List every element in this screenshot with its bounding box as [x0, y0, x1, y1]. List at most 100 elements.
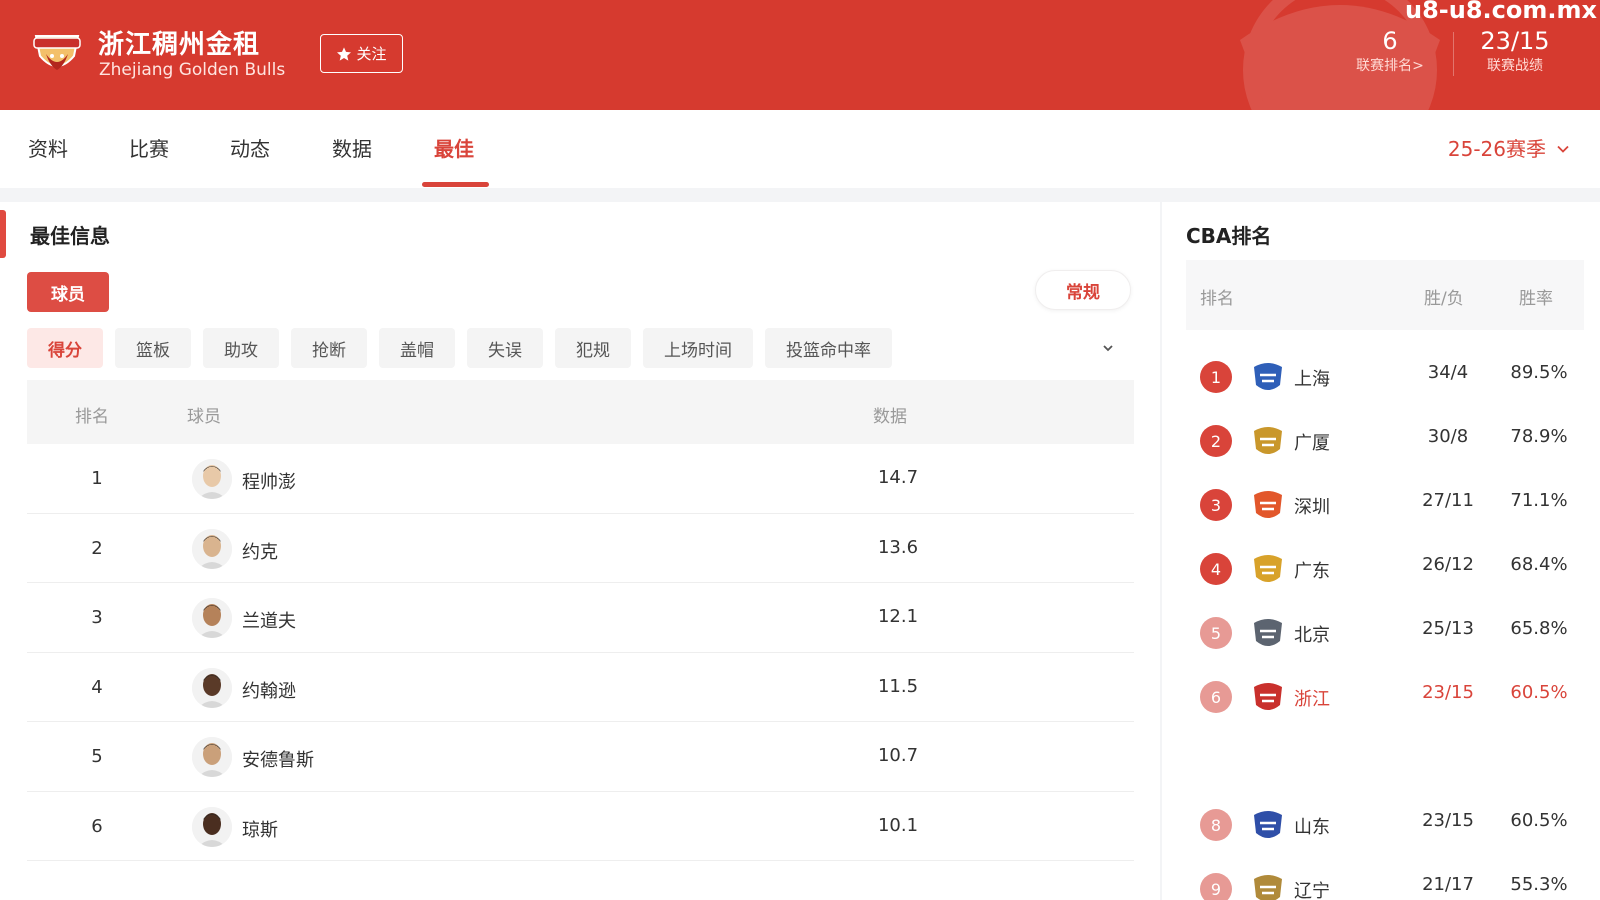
- player-name[interactable]: 安德鲁斯: [242, 746, 314, 772]
- league-rank-link[interactable]: 联赛排名>: [1340, 56, 1440, 76]
- section-accent-bar: [0, 210, 6, 258]
- win-pct: 60.5%: [1510, 682, 1568, 703]
- tab-matches[interactable]: 比赛: [129, 110, 169, 188]
- win-pct: 60.5%: [1510, 810, 1568, 831]
- player-name[interactable]: 琼斯: [242, 816, 278, 842]
- expand-categories-button[interactable]: [1096, 330, 1120, 366]
- win-pct: 68.4%: [1510, 554, 1568, 575]
- team-logo-icon: [1254, 683, 1282, 710]
- category-points[interactable]: 得分: [27, 328, 103, 368]
- chevron-down-icon: [1557, 145, 1569, 153]
- league-record-label: 联赛战绩: [1487, 58, 1543, 74]
- league-rank-stat[interactable]: 6 联赛排名>: [1340, 26, 1440, 76]
- table-row[interactable]: 1 程帅澎 14.7: [27, 444, 1134, 514]
- league-record-stat: 23/15 联赛战绩: [1465, 26, 1565, 76]
- regular-season-toggle[interactable]: 常规: [1035, 270, 1131, 310]
- win-loss: 21/17: [1422, 874, 1474, 895]
- win-pct: 78.9%: [1510, 426, 1568, 447]
- standings-col-rank: 排名: [1200, 289, 1234, 309]
- rank-badge: 3: [1200, 489, 1232, 521]
- team-name[interactable]: 广厦: [1294, 429, 1330, 455]
- player-avatar: [192, 528, 232, 569]
- standings-row[interactable]: 3 深圳 27/11 71.1%: [1186, 474, 1584, 538]
- standings-col-pct: 胜率: [1519, 289, 1553, 309]
- player-filter-button[interactable]: 球员: [27, 272, 109, 312]
- category-rebounds[interactable]: 篮板: [115, 328, 191, 368]
- best-info-title: 最佳信息: [30, 224, 110, 248]
- category-steals[interactable]: 抢断: [291, 328, 367, 368]
- standings-row[interactable]: 2 广厦 30/8 78.9%: [1186, 410, 1584, 474]
- league-rank-value: 6: [1382, 27, 1398, 55]
- row-rank: 3: [91, 607, 103, 628]
- col-player: 球员: [187, 407, 221, 427]
- player-avatar: [192, 667, 232, 708]
- row-rank: 6: [91, 815, 103, 837]
- rank-badge: 9: [1200, 873, 1232, 900]
- standings-row[interactable]: 4 广东 26/12 68.4%: [1186, 538, 1584, 602]
- team-name[interactable]: 上海: [1294, 365, 1330, 391]
- category-minutes[interactable]: 上场时间: [643, 328, 753, 368]
- player-name[interactable]: 程帅澎: [242, 468, 296, 494]
- team-name-cn: 浙江稠州金租: [98, 30, 261, 60]
- tab-stats[interactable]: 数据: [332, 110, 372, 188]
- standings-row[interactable]: 8 山东 23/15 60.5%: [1186, 794, 1584, 858]
- tab-best[interactable]: 最佳: [434, 110, 474, 188]
- win-pct: 65.8%: [1510, 618, 1568, 639]
- player-stat-value: 11.5: [877, 675, 919, 697]
- star-icon: [337, 46, 352, 61]
- rank-badge: 1: [1200, 361, 1232, 393]
- player-name[interactable]: 约克: [242, 538, 278, 564]
- team-name[interactable]: 北京: [1294, 621, 1330, 647]
- player-avatar: [192, 598, 232, 638]
- best-players-table: 排名 球员 数据 1 程帅澎 14.7 2 约克 13.6 3 兰道夫 12.1 4 约翰逊 11.5…: [27, 380, 1134, 861]
- category-blocks[interactable]: 盖帽: [379, 328, 455, 368]
- table-row[interactable]: 2 约克 13.6: [27, 514, 1134, 583]
- cba-standings-panel: CBA排名 排名 胜/负 胜率 1 上海 34/4 89.5% 2 广厦 30/8 78.9%…: [1162, 202, 1600, 900]
- team-name[interactable]: 山东: [1294, 813, 1330, 839]
- player-avatar: [192, 806, 232, 847]
- team-header: 浙江稠州金租 Zhejiang Golden Bulls 关注 u8-u8.co…: [0, 0, 1600, 110]
- team-name[interactable]: 浙江: [1294, 685, 1330, 711]
- col-data: 数据: [873, 407, 907, 427]
- category-fg-pct[interactable]: 投篮命中率: [765, 328, 892, 368]
- team-name[interactable]: 深圳: [1294, 493, 1330, 519]
- player-stat-value: 14.7: [877, 467, 919, 488]
- win-loss: 27/11: [1422, 490, 1474, 511]
- table-row[interactable]: 4 约翰逊 11.5: [27, 653, 1134, 722]
- player-avatar: [192, 737, 232, 777]
- table-row[interactable]: 3 兰道夫 12.1: [27, 583, 1134, 653]
- best-info-panel: 最佳信息 球员 常规 得分 篮板 助攻 抢断 盖帽 失误 犯规 上场时间 投篮命…: [0, 202, 1160, 900]
- chevron-down-icon: [1103, 345, 1113, 352]
- standings-row[interactable]: 9 辽宁 21/17 55.3%: [1186, 858, 1584, 900]
- standings-row[interactable]: 6 浙江 23/15 60.5%: [1186, 666, 1584, 730]
- team-name[interactable]: 辽宁: [1294, 877, 1330, 900]
- tab-profile[interactable]: 资料: [28, 110, 68, 188]
- standings-header: 排名 胜/负 胜率: [1186, 260, 1584, 330]
- team-logo-icon: [1254, 875, 1282, 900]
- win-pct: 89.5%: [1510, 362, 1568, 383]
- win-loss: 23/15: [1422, 810, 1474, 831]
- stat-category-tabs: 得分 篮板 助攻 抢断 盖帽 失误 犯规 上场时间 投篮命中率: [27, 328, 892, 368]
- standings-row[interactable]: 5 北京 25/13 65.8%: [1186, 602, 1584, 666]
- team-logo: [33, 35, 81, 70]
- player-name[interactable]: 兰道夫: [242, 607, 296, 633]
- win-loss: 25/13: [1422, 618, 1474, 639]
- team-name[interactable]: 广东: [1294, 557, 1330, 583]
- category-fouls[interactable]: 犯规: [555, 328, 631, 368]
- active-tab-underline: [422, 182, 489, 187]
- table-row[interactable]: 5 安德鲁斯 10.7: [27, 722, 1134, 792]
- tab-news[interactable]: 动态: [230, 110, 270, 188]
- team-nav: 资料 比赛 动态 数据 最佳 25-26赛季: [0, 110, 1600, 188]
- follow-button[interactable]: 关注: [320, 34, 403, 73]
- team-logo-icon: [1254, 427, 1282, 454]
- season-selector[interactable]: 25-26赛季: [1448, 110, 1570, 188]
- table-row[interactable]: 6 琼斯 10.1: [27, 792, 1134, 861]
- rank-badge: 6: [1200, 681, 1232, 713]
- follow-label: 关注: [356, 45, 387, 63]
- category-assists[interactable]: 助攻: [203, 328, 279, 368]
- standings-row[interactable]: 1 上海 34/4 89.5%: [1186, 346, 1584, 410]
- player-name[interactable]: 约翰逊: [242, 677, 296, 703]
- rank-badge: 5: [1200, 617, 1232, 649]
- row-rank: 2: [91, 537, 103, 559]
- category-turnovers[interactable]: 失误: [467, 328, 543, 368]
